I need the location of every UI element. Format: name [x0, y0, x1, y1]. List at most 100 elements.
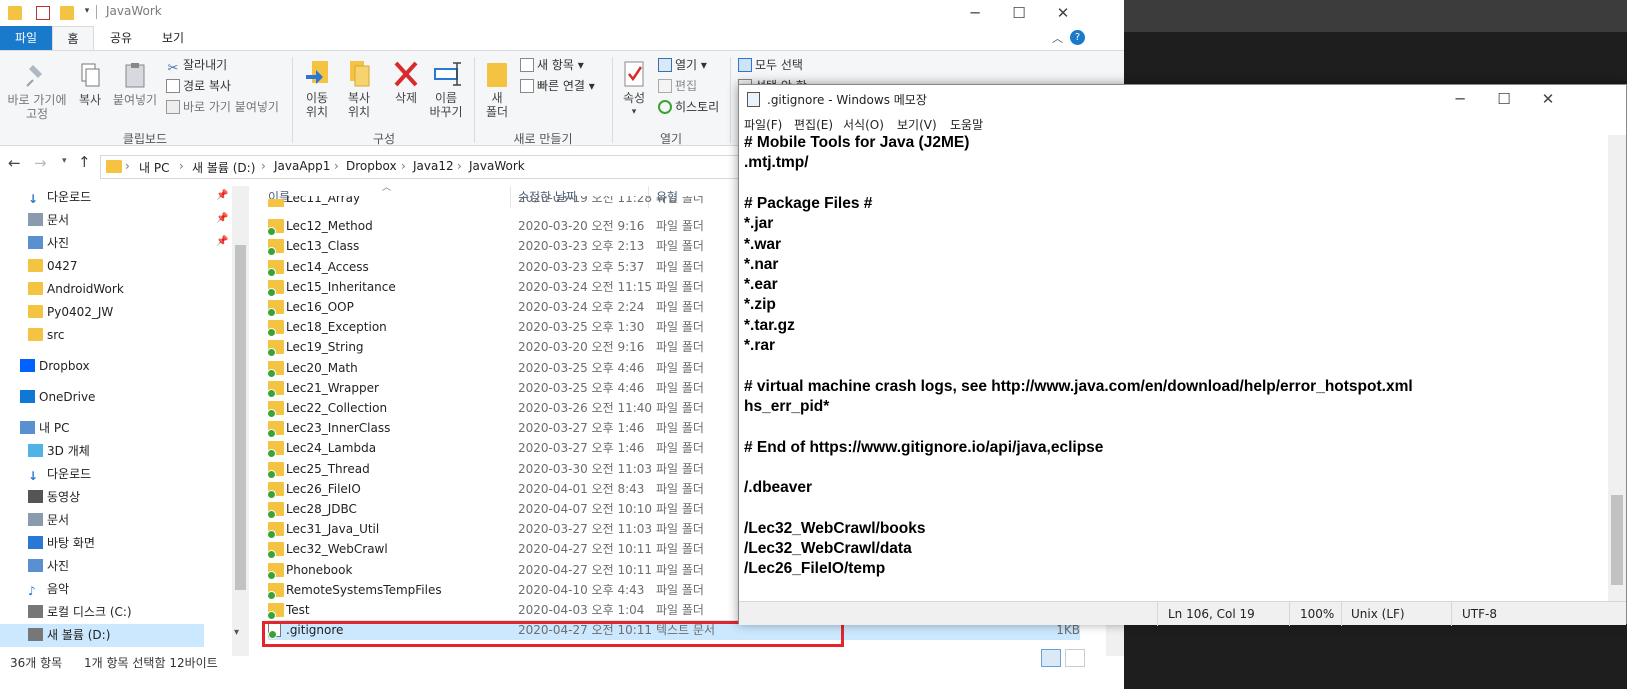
nav-item[interactable]: 동영상 — [28, 486, 80, 509]
nav-item[interactable]: ↓ 다운로드 — [28, 186, 91, 209]
text-line: # virtual machine crash logs, see http:/… — [744, 377, 1413, 395]
file-name: Lec20_Math — [286, 360, 358, 375]
notepad-close-button[interactable]: ✕ — [1525, 86, 1571, 112]
menu-format[interactable]: 서식(O) — [843, 116, 884, 133]
tab-view[interactable]: 보기 — [150, 26, 196, 50]
breadcrumb-volume-d[interactable]: 새 볼륨 (D:) — [192, 159, 255, 176]
file-name: Lec16_OOP — [286, 300, 354, 314]
up-button[interactable]: ↑ — [78, 153, 91, 171]
maximize-button[interactable]: ☐ — [996, 0, 1042, 26]
properties-icon[interactable] — [36, 6, 50, 20]
notepad-scrollbar-thumb[interactable] — [1611, 495, 1623, 585]
menu-view[interactable]: 보기(V) — [897, 116, 937, 133]
status-divider — [1289, 602, 1290, 626]
nav-item[interactable]: OneDrive — [20, 386, 95, 409]
nav-item[interactable]: 내 PC — [20, 417, 69, 440]
copy-button[interactable]: 복사 — [72, 61, 108, 107]
menu-edit[interactable]: 편집(E) — [794, 116, 833, 133]
file-date: 2020-04-10 오후 4:43 — [518, 582, 645, 597]
tab-file[interactable]: 파일 — [0, 26, 52, 50]
copy-to-button[interactable]: 복사 위치 — [340, 59, 378, 119]
new-item-button[interactable]: 새 항목 ▾ — [520, 55, 584, 76]
forward-button[interactable]: → — [34, 154, 47, 172]
window-title: JavaWork — [106, 4, 162, 18]
drive-icon — [28, 605, 43, 618]
nav-item[interactable]: 3D 개체 — [28, 440, 90, 463]
cursor-position: Ln 106, Col 19 — [1168, 607, 1255, 621]
nav-item[interactable]: Dropbox — [20, 355, 90, 378]
pinned-icon[interactable]: 📌 — [216, 236, 228, 247]
folder-icon — [267, 219, 284, 237]
folder-icon — [267, 542, 284, 560]
rename-button[interactable]: 이름 바꾸기 — [426, 59, 466, 119]
help-icon[interactable]: ? — [1070, 30, 1085, 45]
nav-item[interactable]: 로컬 디스크 (C:) — [28, 601, 132, 624]
close-button[interactable]: ✕ — [1040, 0, 1086, 26]
paste-button[interactable]: 붙여넣기 — [110, 61, 160, 107]
nav-item[interactable]: 0427 — [28, 255, 78, 278]
nav-item[interactable]: AndroidWork — [28, 278, 124, 301]
folder-icon — [267, 603, 284, 620]
folder-icon — [267, 340, 284, 358]
breadcrumb-javaapp1[interactable]: JavaApp1 — [274, 159, 330, 173]
details-view-icon[interactable] — [1041, 649, 1061, 667]
nav-item[interactable]: 사진 — [28, 232, 69, 255]
file-date: 2020-03-23 오후 2:13 — [518, 239, 645, 254]
nav-item-label: 문서 — [47, 213, 70, 227]
pinned-icon[interactable]: 📌 — [216, 213, 228, 224]
qat-dropdown-icon[interactable]: ▾ — [80, 6, 94, 20]
nav-item[interactable]: ↓ 다운로드 — [28, 463, 91, 486]
tab-share[interactable]: 공유 — [98, 26, 144, 50]
collapse-ribbon-icon[interactable]: ︿ — [1052, 30, 1063, 46]
text-line: *.nar — [744, 255, 779, 273]
desktop-icon — [28, 536, 43, 549]
cut-button[interactable]: ✂ 잘라내기 — [166, 55, 228, 76]
folder-icon — [267, 300, 284, 317]
menu-help[interactable]: 도움말 — [950, 116, 983, 133]
paste-shortcut-button[interactable]: 바로 가기 붙여넣기 — [166, 97, 279, 118]
pinned-icon[interactable]: 📌 — [216, 190, 228, 201]
large-icons-view-icon[interactable] — [1065, 649, 1085, 667]
properties-button[interactable]: 속성 ▾ — [616, 59, 652, 119]
breadcrumb-java12[interactable]: Java12 — [413, 159, 454, 173]
nav-item[interactable]: ♪ 음악 — [28, 578, 69, 601]
nav-item[interactable]: 문서 — [28, 509, 69, 532]
nav-item[interactable]: 사진 — [28, 555, 69, 578]
move-to-button[interactable]: 이동 위치 — [298, 59, 336, 119]
menu-file[interactable]: 파일(F) — [744, 116, 782, 133]
tab-home[interactable]: 홈 — [52, 26, 94, 50]
breadcrumb-javawork[interactable]: JavaWork — [469, 159, 525, 173]
select-all-button[interactable]: 모두 선택 — [738, 55, 803, 76]
history-button[interactable]: 히스토리 — [658, 97, 719, 118]
nav-item[interactable]: src — [28, 324, 65, 347]
open-button[interactable]: 열기 ▾ — [658, 55, 707, 76]
copy-to-label: 복사 위치 — [347, 91, 371, 119]
breadcrumb-separator: › — [125, 159, 130, 173]
edit-button[interactable]: 편집 — [658, 76, 697, 97]
notepad-minimize-button[interactable]: ─ — [1437, 86, 1483, 112]
recent-locations-icon[interactable]: ▾ — [62, 156, 67, 166]
minimize-button[interactable]: ─ — [952, 0, 998, 26]
new-folder-icon[interactable] — [60, 6, 74, 20]
file-type: 파일 폴더 — [656, 542, 704, 557]
notepad-text-area[interactable]: # Mobile Tools for Java (J2ME) .mtj.tmp/ #… — [739, 134, 1608, 601]
breadcrumb-dropbox[interactable]: Dropbox — [346, 159, 397, 173]
folder-icon — [267, 259, 284, 277]
pin-quick-access-button[interactable]: 바로 가기에 고정 — [4, 61, 70, 121]
easy-access-button[interactable]: 빠른 연결 ▾ — [520, 76, 595, 97]
copy-path-button[interactable]: 경로 복사 — [166, 76, 231, 97]
text-line: # Package Files # — [744, 194, 873, 212]
nav-item[interactable]: 바탕 화면 — [28, 532, 95, 555]
nav-item[interactable]: 새 볼륨 (D:) — [0, 624, 204, 647]
nav-item[interactable]: Py0402_JW — [28, 301, 113, 324]
back-button[interactable]: ← — [8, 154, 21, 172]
sync-check-icon — [267, 530, 276, 540]
new-folder-button[interactable]: 새 폴더 — [480, 59, 514, 119]
notepad-maximize-button[interactable]: ☐ — [1481, 86, 1527, 112]
scroll-down-icon[interactable]: ▾ — [234, 627, 239, 638]
delete-button[interactable]: 삭제 — [386, 59, 426, 105]
nav-item[interactable]: 문서 — [28, 209, 69, 232]
nav-scrollbar-thumb[interactable] — [235, 245, 246, 590]
breadcrumb-this-pc[interactable]: 내 PC — [139, 159, 169, 176]
properties-icon — [621, 59, 647, 87]
